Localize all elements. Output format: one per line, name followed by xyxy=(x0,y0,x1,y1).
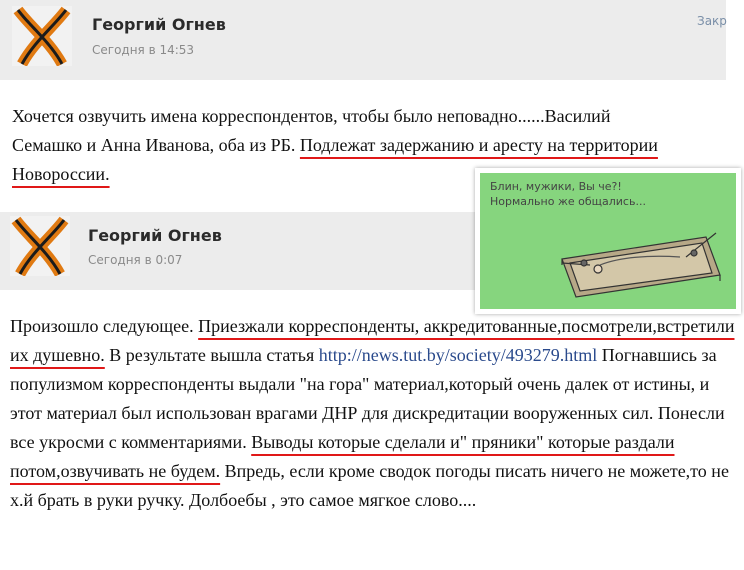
post-header xyxy=(0,212,476,290)
st-george-ribbon-icon xyxy=(12,6,72,66)
post-header xyxy=(0,0,726,80)
avatar[interactable] xyxy=(10,216,70,276)
meme-image[interactable]: Блин, мужики, Вы че?! Нормально же общал… xyxy=(475,168,741,314)
author-name[interactable]: Георгий Огнев xyxy=(88,226,222,245)
post-text-plain: Произошло следующее. xyxy=(10,316,199,336)
torture-rack-illustration xyxy=(561,232,721,298)
post-text: Произошло следующее. Приезжали корреспон… xyxy=(10,312,740,515)
close-post-link[interactable]: Закр xyxy=(697,14,727,28)
meme-background: Блин, мужики, Вы че?! Нормально же общал… xyxy=(480,173,736,309)
st-george-ribbon-icon xyxy=(10,216,70,276)
article-link[interactable]: http://news.tut.by/society/493279.html xyxy=(319,345,598,365)
post-timestamp[interactable]: Сегодня в 0:07 xyxy=(88,253,182,267)
post-text-plain: В результате вышла статья xyxy=(104,345,319,365)
author-name[interactable]: Георгий Огнев xyxy=(92,15,226,34)
avatar[interactable] xyxy=(12,6,72,66)
post-timestamp[interactable]: Сегодня в 14:53 xyxy=(92,43,194,57)
